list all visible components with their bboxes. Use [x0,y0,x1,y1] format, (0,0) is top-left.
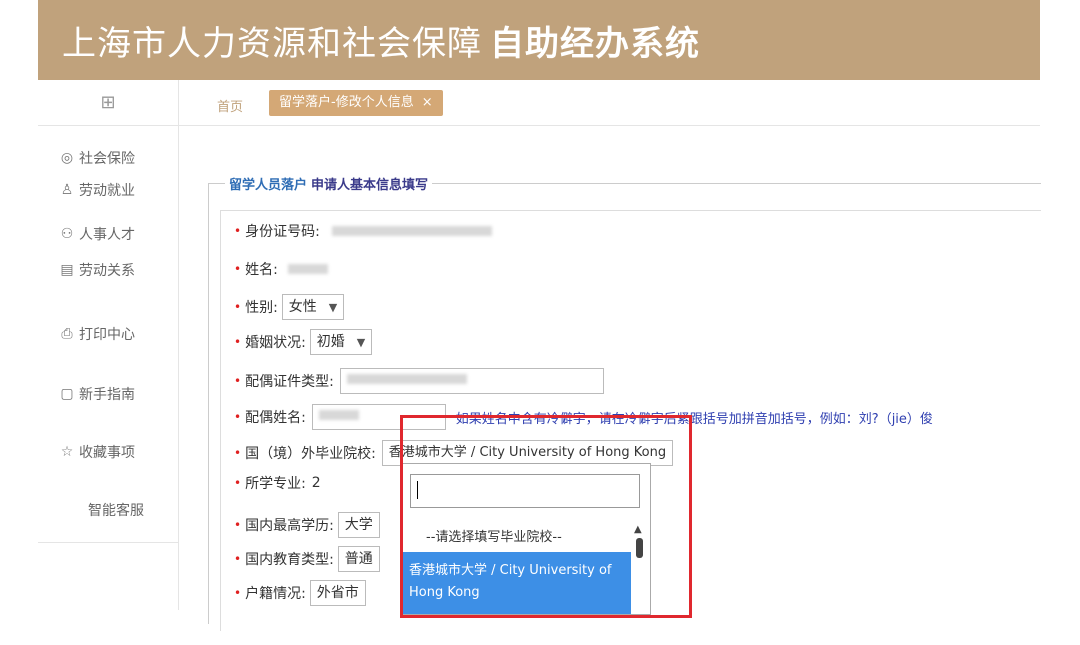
grid-icon[interactable]: ⊞ [38,80,178,126]
gender-label: 性别: [245,300,278,316]
chevron-down-icon: ▼ [328,301,338,314]
gender-row: • 性别: 女性 ▼ [234,294,345,320]
name-value [287,264,328,274]
highlight-box [400,415,692,618]
gender-select[interactable]: 女性 ▼ [281,294,345,320]
sidebar-item-beginner-guide[interactable]: ▢ 新手指南 [58,384,135,404]
document-icon: ▤ [60,262,74,278]
id-number-label: 身份证号码: [245,224,320,240]
chevron-down-icon: ▼ [356,336,366,349]
person-badge-icon: ♙ [60,182,74,198]
close-icon[interactable]: × [422,95,433,110]
shield-icon: ◎ [60,150,74,166]
name-label: 姓名: [245,262,278,278]
app-header: 上海市人力资源和社会保障 自助经办系统 [38,0,1040,80]
sidebar-item-smart-service[interactable]: 智能客服 [88,500,144,520]
guide-icon: ▢ [60,386,74,402]
sidebar-item-personnel[interactable]: ⚇ 人事人才 [58,224,135,244]
major-row: • 所学专业: 2 [234,475,321,492]
school-label: 国（境）外毕业院校: [245,446,376,462]
education-row: • 国内最高学历: 大学 [234,512,380,538]
marital-label: 婚姻状况: [245,335,306,351]
name-row: • 姓名: [234,259,328,279]
spouse-id-type-label: 配偶证件类型: [245,374,334,390]
tab-bar: 首页 留学落户-修改个人信息 × [179,80,1040,126]
marital-select[interactable]: 初婚 ▼ [309,329,373,355]
sidebar: ⊞ ◎ 社会保险 ♙ 劳动就业 ⚇ 人事人才 ▤ 劳动关系 ⎙ 打印中心 ▢ 新手指南 ☆ 收… [38,80,179,610]
app-title: 上海市人力资源和社会保障 自助经办系统 [62,16,700,65]
education-type-label: 国内教育类型: [245,552,334,568]
tab-active[interactable]: 留学落户-修改个人信息 × [269,90,443,116]
sidebar-item-print-center[interactable]: ⎙ 打印中心 [58,324,135,344]
marital-row: • 婚姻状况: 初婚 ▼ [234,329,373,355]
sidebar-divider [38,542,178,543]
education-type-row: • 国内教育类型: 普通 [234,546,380,572]
education-label: 国内最高学历: [245,518,334,534]
id-number-row: • 身份证号码: [234,221,492,241]
spouse-id-type-row: • 配偶证件类型: [234,368,604,394]
education-select[interactable]: 大学 [337,512,380,538]
major-value[interactable]: 2 [312,475,321,491]
app-title-main: 上海市人力资源和社会保障 [62,24,482,64]
people-icon: ⚇ [60,226,74,242]
education-type-select[interactable]: 普通 [337,546,380,572]
tab-home[interactable]: 首页 [217,96,243,115]
sidebar-item-social-insurance[interactable]: ◎ 社会保险 [58,148,135,168]
hukou-select[interactable]: 外省市 [309,580,366,606]
major-label: 所学专业: [245,476,306,492]
hukou-label: 户籍情况: [245,586,306,602]
legend-title: 申请人基本信息填写 [311,178,429,193]
legend-category: 留学人员落户 [229,178,308,193]
spouse-name-label: 配偶姓名: [245,410,306,426]
sidebar-item-labor-relations[interactable]: ▤ 劳动关系 [58,260,135,280]
hukou-row: • 户籍情况: 外省市 [234,580,366,606]
star-icon: ☆ [60,444,74,460]
app-title-system: 自助经办系统 [490,24,700,64]
spouse-id-type-select[interactable] [339,368,604,394]
form-legend: 留学人员落户 申请人基本信息填写 [225,174,433,193]
printer-icon: ⎙ [61,326,73,342]
sidebar-item-employment[interactable]: ♙ 劳动就业 [58,180,135,200]
tab-active-label: 留学落户-修改个人信息 [279,95,414,110]
sidebar-item-favorites[interactable]: ☆ 收藏事项 [58,442,135,462]
id-number-value [331,226,492,236]
